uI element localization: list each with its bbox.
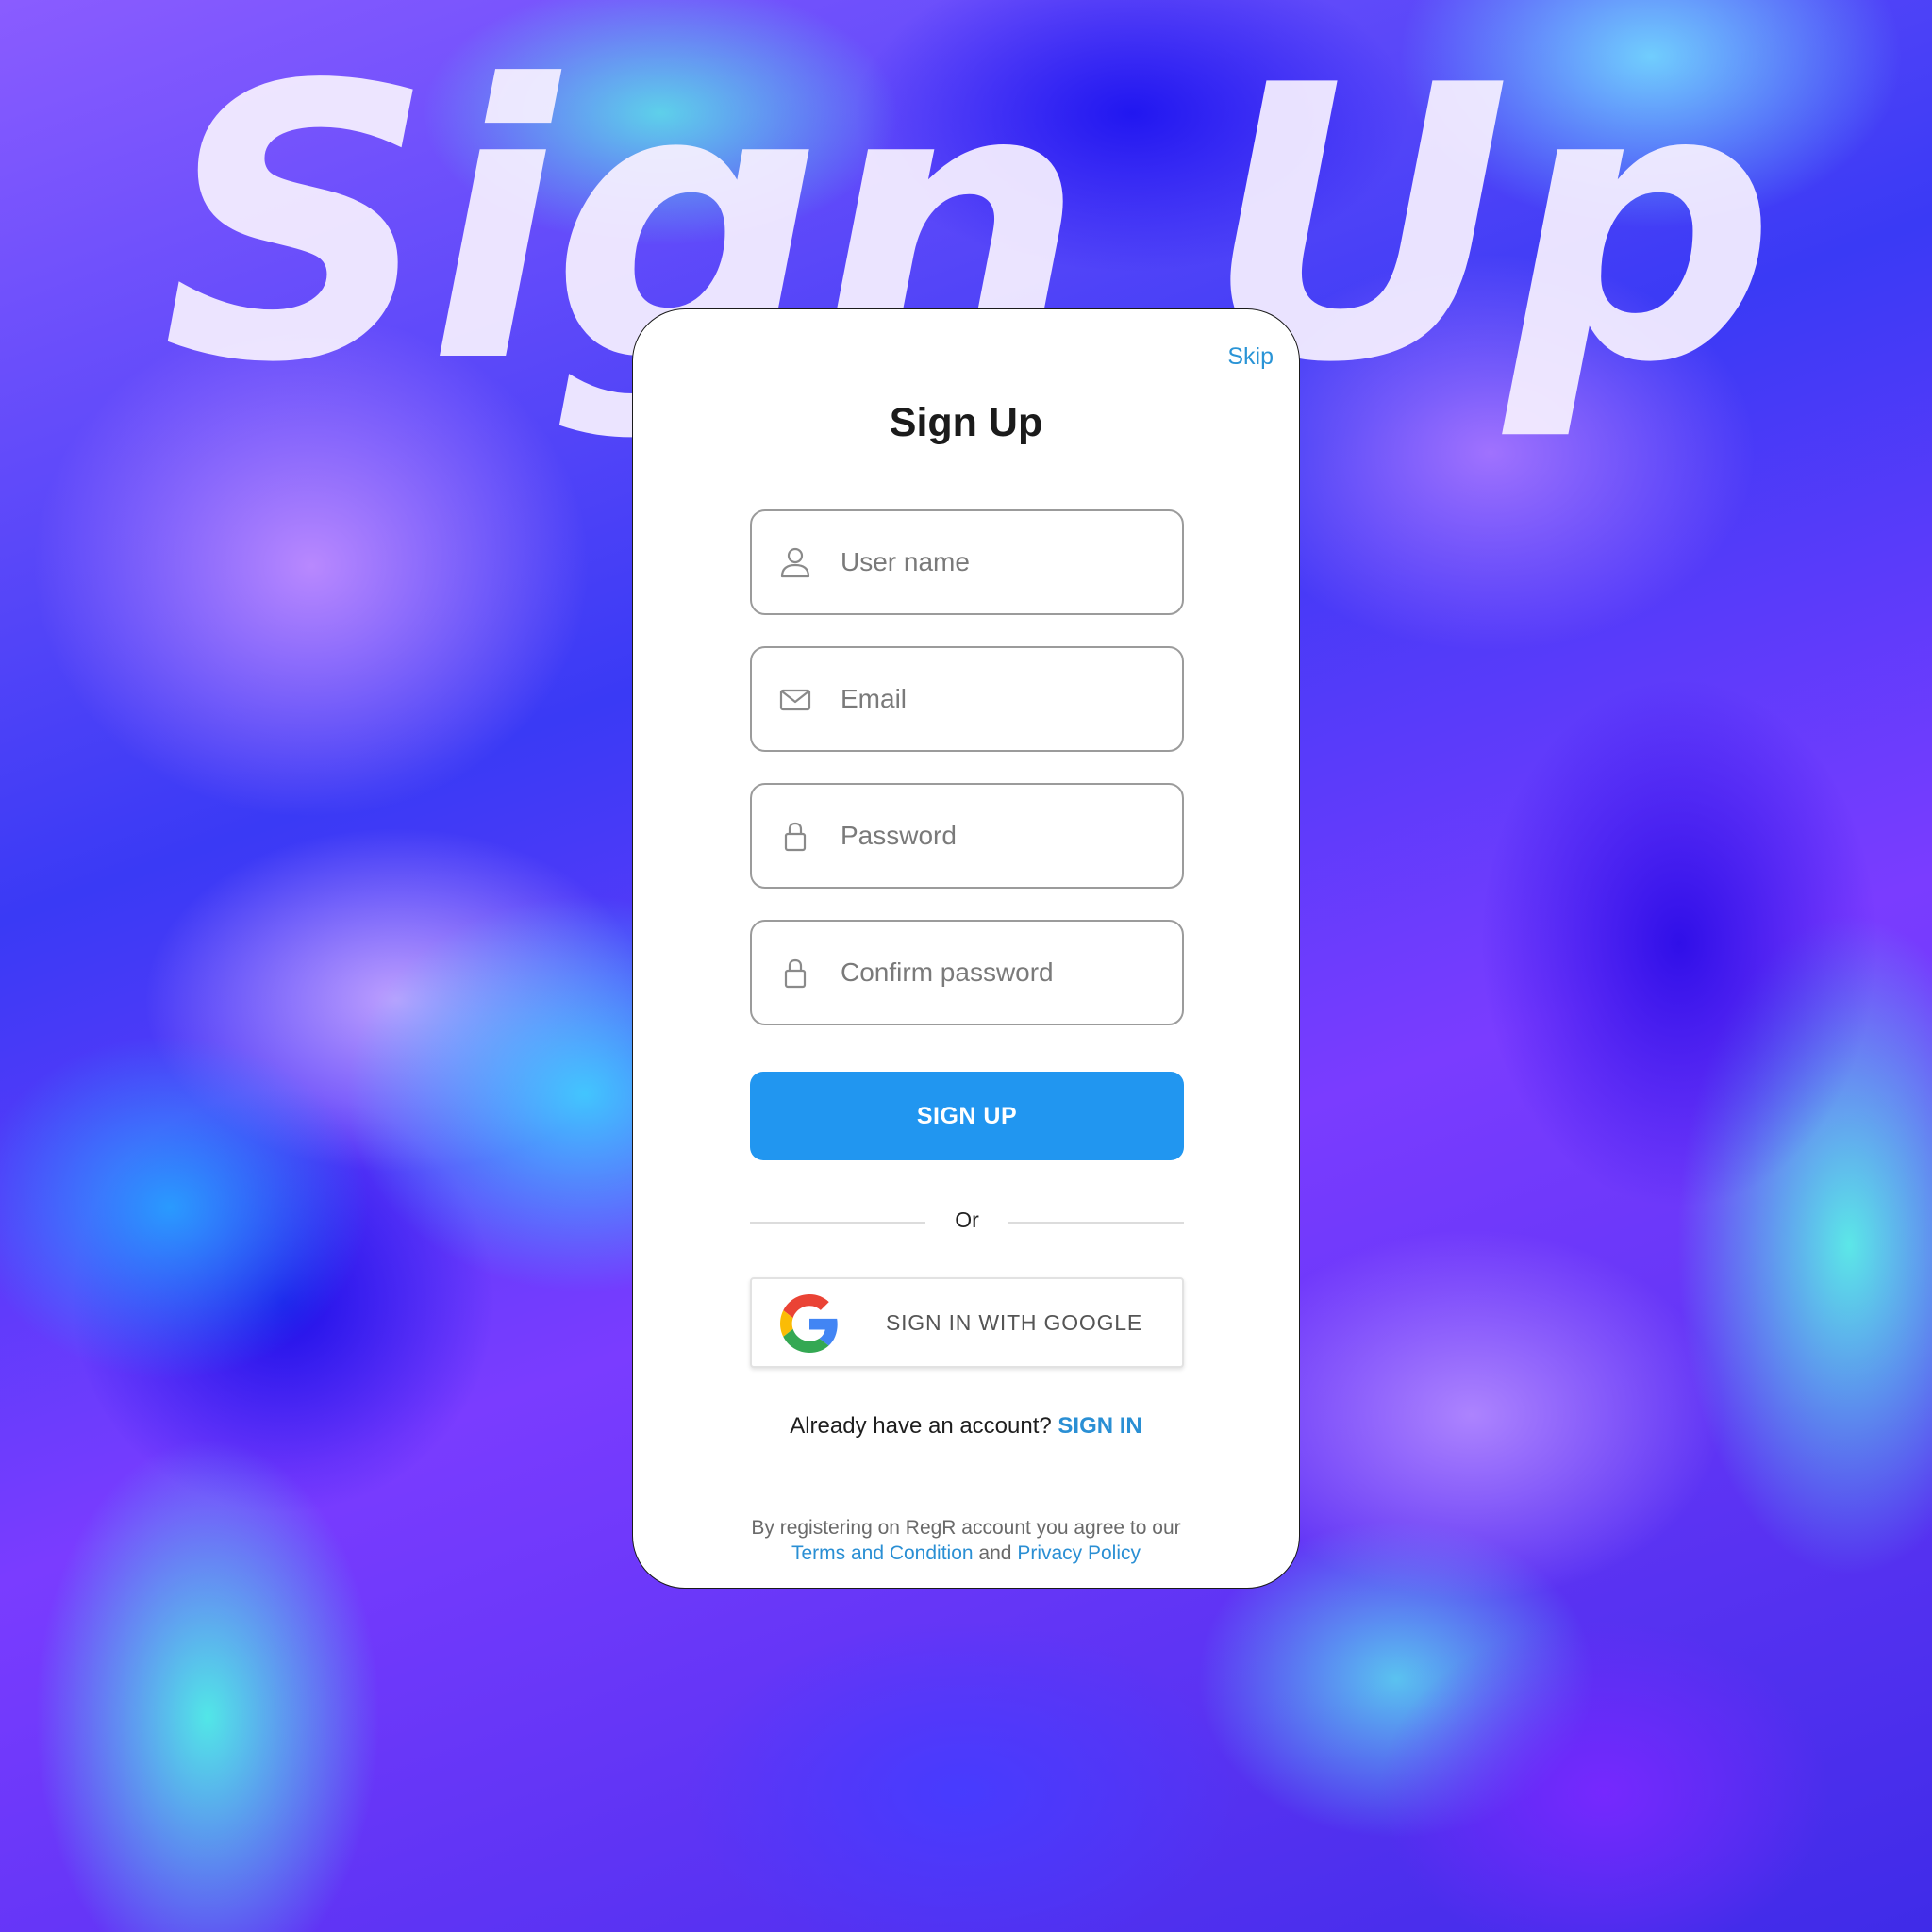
privacy-link[interactable]: Privacy Policy [1017,1542,1141,1564]
confirm-password-input[interactable] [839,922,1167,1024]
email-input[interactable] [839,648,1167,750]
divider-text: Or [955,1208,979,1232]
terms-link[interactable]: Terms and Condition [791,1542,974,1564]
lock-icon [778,819,812,853]
skip-link[interactable]: Skip [1227,343,1274,371]
or-divider: Or [750,1208,1184,1236]
email-field[interactable] [750,646,1184,752]
terms-and-text: and [978,1542,1012,1564]
page-title: Sign Up [889,400,1043,445]
signup-card: Skip Sign Up User name Email SIGN UP Or … [632,308,1300,1589]
google-icon [780,1294,839,1353]
google-signin-button[interactable]: SIGN IN WITH GOOGLE [750,1277,1184,1368]
mail-icon [778,682,812,716]
lock-icon [778,956,812,990]
signin-prompt: Already have an account? SIGN IN [633,1413,1299,1440]
account-prompt-text: Already have an account? [790,1413,1052,1439]
google-button-label: SIGN IN WITH GOOGLE [885,1309,1143,1335]
terms-notice: By registering on RegR account you agree… [633,1515,1299,1566]
user-icon [778,545,812,579]
username-input[interactable] [839,511,1167,613]
signup-button[interactable]: SIGN UP [750,1072,1184,1160]
password-field[interactable] [750,783,1184,889]
password-input[interactable] [839,785,1167,887]
signin-link[interactable]: SIGN IN [1058,1413,1141,1439]
divider-line-right [1008,1222,1184,1224]
terms-prefix-text: By registering on RegR account you agree… [751,1517,1181,1539]
username-field[interactable] [750,509,1184,615]
confirm-password-field[interactable] [750,920,1184,1025]
